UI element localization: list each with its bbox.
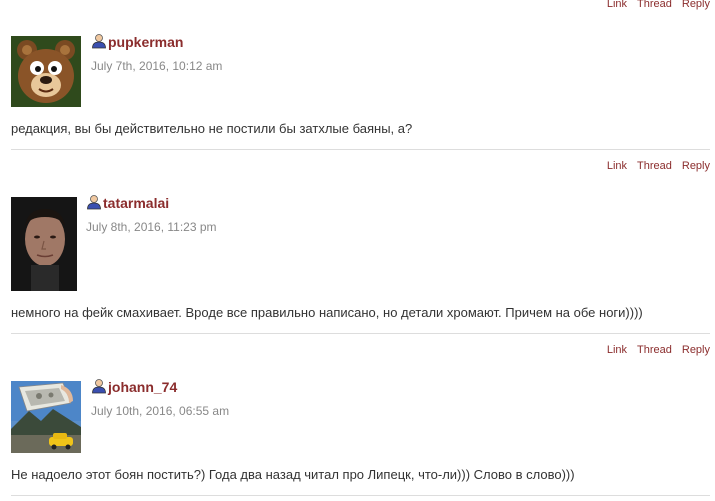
comment-divider xyxy=(11,333,710,334)
user-icon xyxy=(87,195,101,210)
landscape-car-avatar[interactable] xyxy=(11,381,81,453)
comment-actions-top: Link Thread Reply xyxy=(607,0,710,10)
comment-username[interactable]: pupkerman xyxy=(108,34,183,50)
thread-action[interactable]: Thread xyxy=(637,0,672,10)
link-action[interactable]: Link xyxy=(607,0,627,10)
comment-text: редакция, вы бы действительно не постили… xyxy=(11,121,413,136)
reply-action[interactable]: Reply xyxy=(682,0,710,10)
comment-actions: Link Thread Reply xyxy=(607,160,710,172)
user-icon xyxy=(92,34,106,49)
bear-avatar[interactable] xyxy=(11,36,81,107)
comment-date: July 10th, 2016, 06:55 am xyxy=(91,404,230,418)
comment-date: July 7th, 2016, 10:12 am xyxy=(91,59,223,73)
link-action[interactable]: Link xyxy=(607,344,627,356)
thread-action[interactable]: Thread xyxy=(637,160,672,172)
comment-username[interactable]: johann_74 xyxy=(108,379,177,395)
thread-action[interactable]: Thread xyxy=(637,344,672,356)
comment-text: Не надоело этот боян постить?) Года два … xyxy=(11,467,575,482)
reply-action[interactable]: Reply xyxy=(682,344,710,356)
reply-action[interactable]: Reply xyxy=(682,160,710,172)
man-photo-avatar[interactable] xyxy=(11,197,77,291)
comment-divider xyxy=(11,149,710,150)
comment-actions: Link Thread Reply xyxy=(607,344,710,356)
link-action[interactable]: Link xyxy=(607,160,627,172)
comment-username[interactable]: tatarmalai xyxy=(103,195,169,211)
comment-divider xyxy=(11,495,710,496)
comment-date: July 8th, 2016, 11:23 pm xyxy=(86,220,217,234)
comment-text: немного на фейк смахивает. Вроде все пра… xyxy=(11,305,643,320)
user-icon xyxy=(92,379,106,394)
